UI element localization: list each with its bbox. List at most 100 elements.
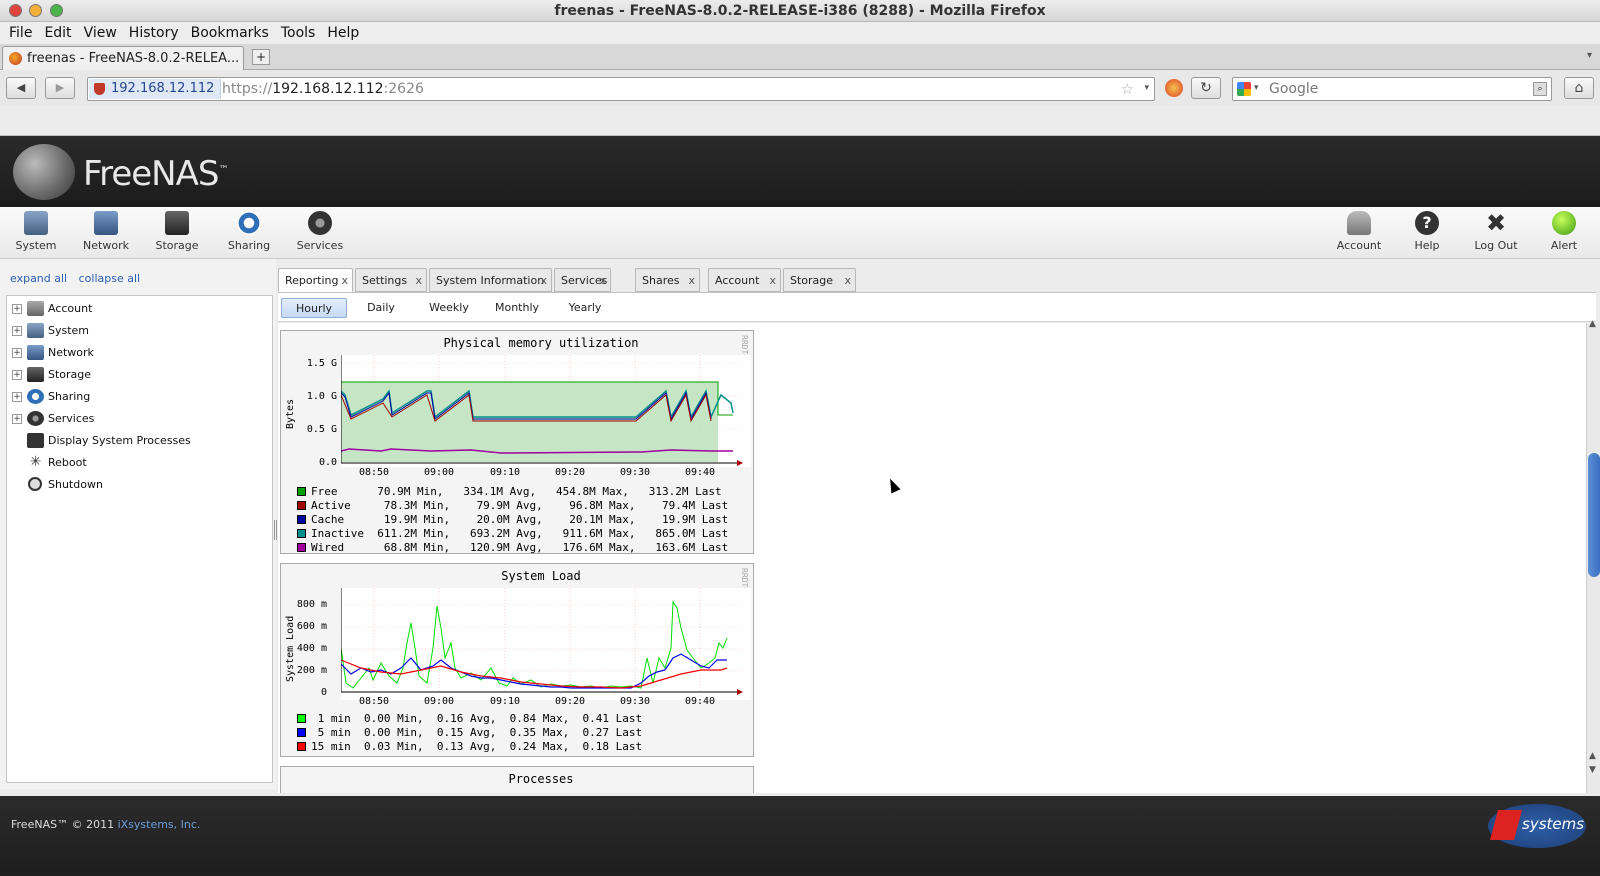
search-engine-dropdown-icon[interactable]: ▾ [1254,83,1259,93]
freenas-header: FreeNAS™ [0,136,1600,207]
panel-splitter[interactable] [274,520,277,540]
home-button[interactable]: ⌂ [1564,77,1594,99]
subtab-monthly[interactable]: Monthly [484,298,550,318]
services-icon [308,211,332,235]
url-dropdown-icon[interactable]: ▾ [1144,83,1149,93]
expand-icon[interactable]: + [12,326,22,336]
xtick: 08:50 [358,467,390,478]
xtick: 09:20 [554,467,586,478]
content-scrollbar[interactable]: ▲ ▲ ▼ [1586,319,1600,793]
scroll-down-icon[interactable]: ▼ [1589,765,1596,775]
ix-mark-icon [1489,810,1523,840]
menu-bookmarks[interactable]: Bookmarks [185,22,275,41]
tab-settings[interactable]: Settings x [355,268,427,292]
toolbar-network-button[interactable]: Network [74,211,138,252]
tab-list-icon[interactable]: ▾ [1587,50,1592,61]
ixsystems-logo: systems [1488,804,1586,848]
legend-swatch [297,487,306,496]
ixsystems-link[interactable]: iXsystems, Inc. [118,818,201,831]
google-engine-icon [1237,82,1251,96]
freenas-footer: FreeNAS™ © 2011 iXsystems, Inc. systems [0,796,1600,876]
xtick: 08:50 [358,696,390,707]
url-bar[interactable]: 192.168.12.112 https://192.168.12.112:26… [87,77,1155,101]
expand-icon[interactable]: + [12,392,22,402]
memory-graph-title: Physical memory utilization [443,336,639,350]
toolbar-alert-button[interactable]: Alert [1532,211,1596,252]
ytick: 1.5 G [306,358,337,369]
expand-icon[interactable]: + [12,414,22,424]
browser-tab[interactable]: freenas - FreeNAS-8.0.2-RELEA... [2,46,244,70]
menu-help[interactable]: Help [321,22,365,41]
search-input[interactable]: ▾ Google ⌕ [1232,77,1552,101]
expand-icon[interactable]: + [12,370,22,380]
menubar: File Edit View History Bookmarks Tools Help [0,22,1600,44]
alert-icon [1552,211,1576,235]
toolbar-system-button[interactable]: System [4,211,68,252]
close-tab-icon[interactable]: x [844,274,851,287]
xtick: 09:00 [423,467,455,478]
tab-reporting[interactable]: Reporting x [278,268,353,292]
subtab-weekly[interactable]: Weekly [416,298,482,318]
tab-shares[interactable]: Shares x [635,268,700,292]
subtab-hourly[interactable]: Hourly [281,298,347,318]
processes-icon [27,433,44,448]
menu-edit[interactable]: Edit [38,22,77,41]
ytick: 0.0 [318,457,337,468]
close-tab-icon[interactable]: x [540,274,547,287]
bookmark-star-icon[interactable]: ☆ [1121,80,1134,98]
toolbar-sharing-button[interactable]: Sharing [217,211,281,252]
collapse-all-link[interactable]: collapse all [79,272,140,285]
toolbar-storage-button[interactable]: Storage [145,211,209,252]
load-graph-title: System Load [501,569,581,583]
scrollbar-thumb[interactable] [1588,453,1600,577]
logout-icon: ✖ [1485,209,1507,237]
expand-all-link[interactable]: expand all [10,272,67,285]
forward-button[interactable]: ▶ [45,77,75,99]
toolbar-help-button[interactable]: ? Help [1395,211,1459,252]
toolbar-account-button[interactable]: Account [1327,211,1391,252]
tab-system-information[interactable]: System Information x [429,268,552,292]
subtab-daily[interactable]: Daily [348,298,414,318]
tab-storage[interactable]: Storage x [783,268,856,292]
close-tab-icon[interactable]: x [769,274,776,287]
new-tab-button[interactable]: + [252,49,270,65]
addon-icon[interactable] [1165,79,1183,97]
xtick: 09:10 [489,696,521,707]
xtick: 09:40 [684,467,716,478]
window-title: freenas - FreeNAS-8.0.2-RELEASE-i386 (82… [554,3,1046,19]
expand-icon[interactable]: + [12,304,22,314]
close-tab-icon[interactable]: x [688,274,695,287]
close-tab-icon[interactable]: x [341,274,348,287]
freenas-logo-icon [13,144,75,200]
subtab-yearly[interactable]: Yearly [552,298,618,318]
favicon-icon [9,52,22,65]
site-identity-button[interactable]: 192.168.12.112 [89,79,222,99]
storage-icon [165,211,189,235]
toolbar-logout-button[interactable]: ✖ Log Out [1464,211,1528,252]
close-tab-icon[interactable]: x [599,274,606,287]
menu-file[interactable]: File [0,22,38,41]
expand-icon[interactable]: + [12,348,22,358]
scroll-up-icon[interactable]: ▲ [1589,319,1596,329]
scroll-up-icon[interactable]: ▲ [1589,751,1596,761]
ytick: 1.0 G [306,391,337,402]
toolbar-services-button[interactable]: Services [288,211,352,252]
tab-services[interactable]: Services x [554,268,611,292]
site-identity-label: 192.168.12.112 [111,81,215,96]
reload-button[interactable]: ↻ [1191,77,1221,99]
legend-swatch [297,543,306,552]
browser-tab-label: freenas - FreeNAS-8.0.2-RELEA... [27,51,240,66]
xtick: 09:30 [619,467,651,478]
tree-controls: expand all collapse all [10,272,148,285]
legend-swatch [297,728,306,737]
menu-view[interactable]: View [78,22,123,41]
processes-graph: Processes [280,766,754,793]
reporting-content: Physical memory utilization Bytes RRDTOO… [278,323,1586,793]
menu-history[interactable]: History [123,22,185,41]
tab-account[interactable]: Account x [708,268,781,292]
close-tab-icon[interactable]: x [415,274,422,287]
back-button[interactable]: ◀ [6,77,36,99]
search-icon[interactable]: ⌕ [1533,82,1547,96]
menu-tools[interactable]: Tools [275,22,322,41]
processes-graph-title: Processes [508,772,574,786]
